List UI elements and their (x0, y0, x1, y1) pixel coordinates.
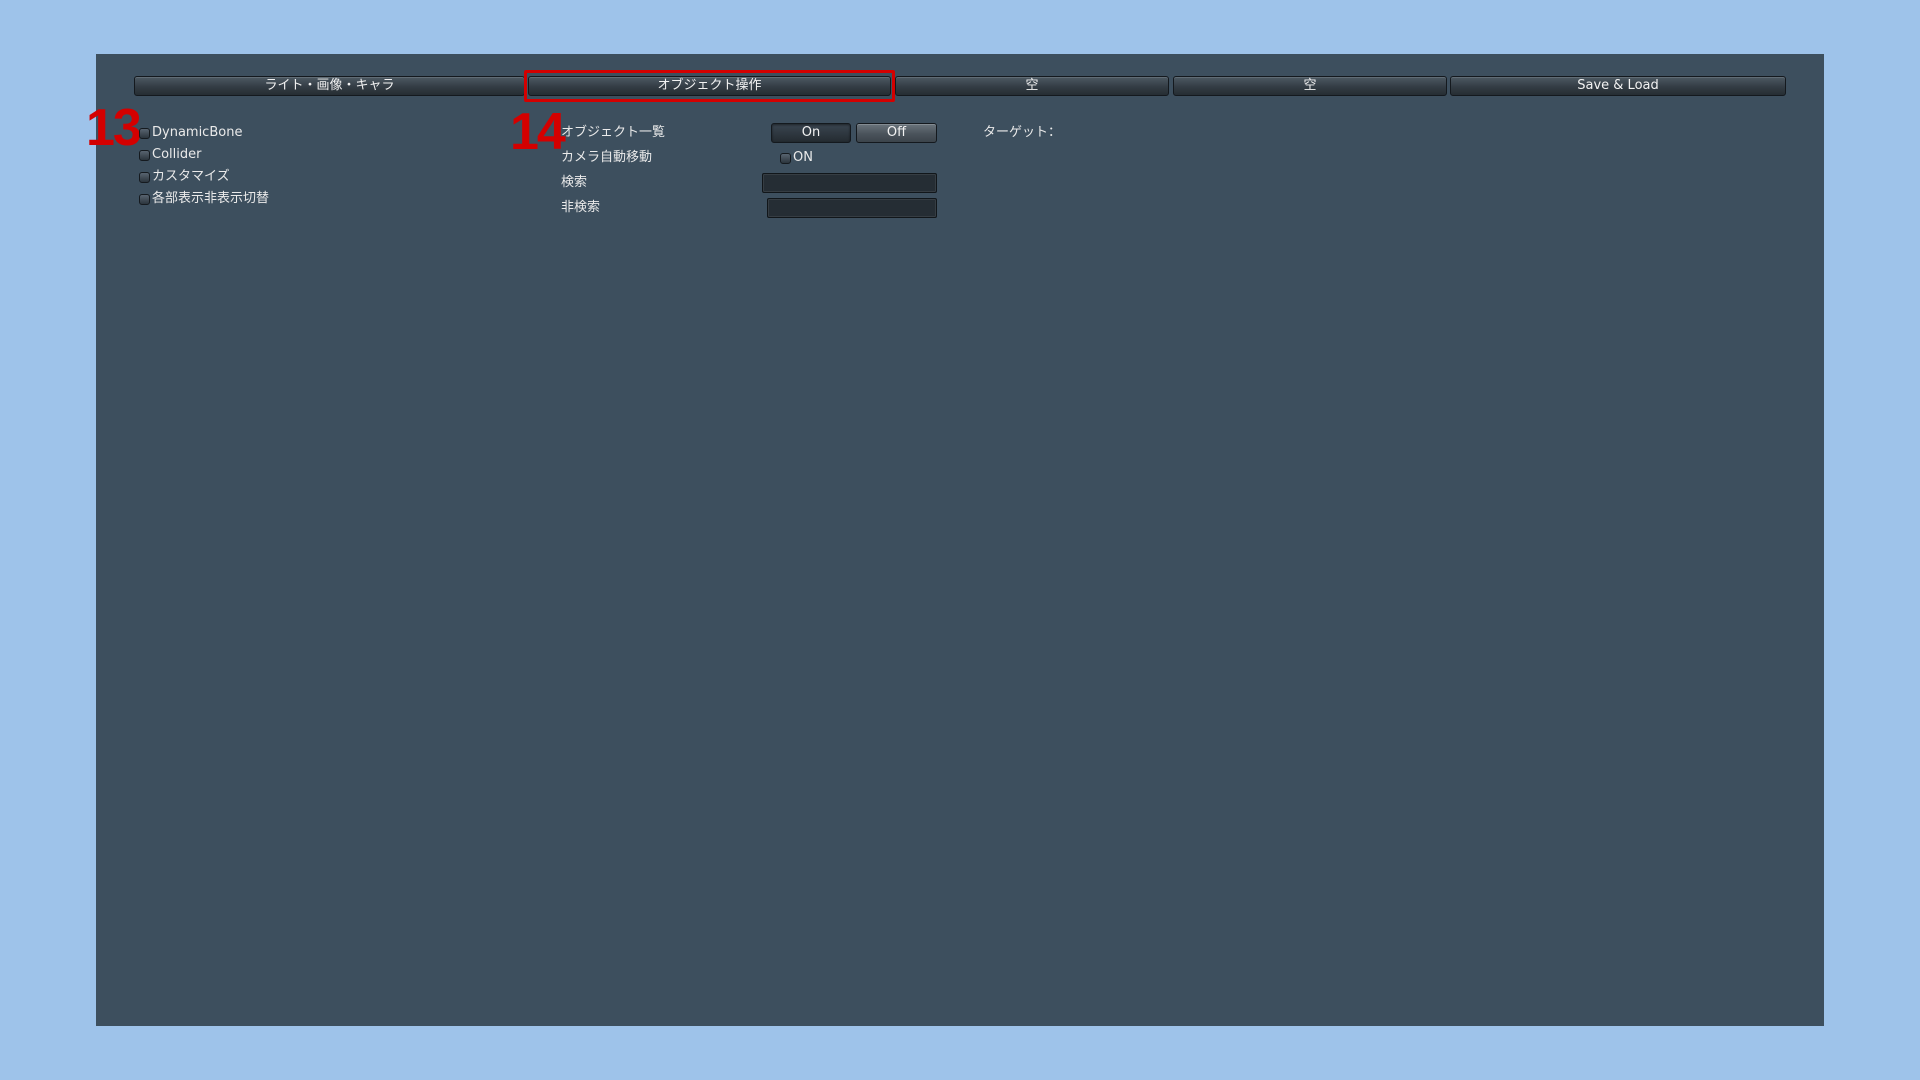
search-label: 検索 (561, 175, 588, 190)
toggle-label: 各部表示非表示切替 (152, 191, 270, 206)
highlight-box (524, 70, 895, 102)
search-input[interactable] (762, 173, 937, 193)
checkbox[interactable] (139, 193, 150, 205)
toggle-label: カスタマイズ (152, 169, 230, 184)
tab-save-load[interactable]: Save & Load (1450, 76, 1786, 96)
toggle-part-visibility[interactable]: 各部表示非表示切替 (139, 191, 269, 207)
exclude-search-label: 非検索 (561, 200, 601, 215)
off-button[interactable]: Off (856, 123, 937, 143)
toggle-label: Collider (152, 147, 202, 162)
checkbox[interactable] (139, 171, 150, 183)
toggle-dynamicbone[interactable]: DynamicBone (139, 125, 242, 141)
checkbox[interactable] (139, 127, 150, 139)
object-list-label: オブジェクト一覧 (561, 125, 666, 140)
camera-auto-move-label: カメラ自動移動 (561, 150, 653, 165)
main-panel (96, 54, 1824, 1026)
toggle-label: DynamicBone (152, 125, 243, 140)
toggle-collider[interactable]: Collider (139, 147, 201, 163)
checkbox[interactable] (139, 149, 150, 161)
checkbox[interactable] (780, 152, 791, 164)
target-label: ターゲット： (983, 125, 1062, 140)
tab-empty-1[interactable]: 空 (895, 76, 1169, 96)
exclude-search-input[interactable] (767, 198, 937, 218)
tab-light-image-chara[interactable]: ライト・画像・キャラ (134, 76, 525, 96)
camera-auto-move-toggle[interactable]: ON (780, 150, 813, 166)
on-button[interactable]: On (771, 123, 851, 143)
toggle-customize[interactable]: カスタマイズ (139, 169, 230, 185)
toggle-label: ON (793, 150, 813, 165)
tab-empty-2[interactable]: 空 (1173, 76, 1447, 96)
callout-marker-13: 13 (86, 99, 142, 157)
tab-bar: ライト・画像・キャラ オブジェクト操作 空 空 Save & Load (0, 76, 1920, 96)
callout-marker-14: 14 (510, 103, 566, 161)
